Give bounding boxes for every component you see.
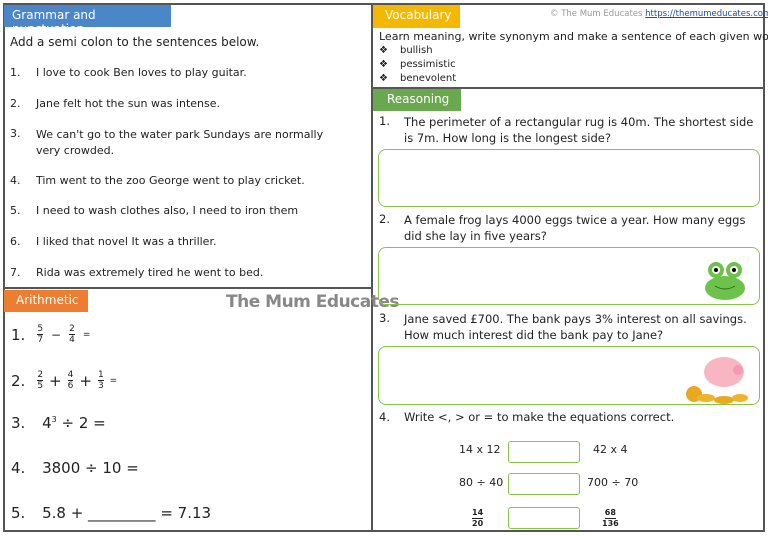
copyright-text: © The Mum Educates bbox=[550, 9, 643, 19]
list-item: ❖ bullish bbox=[379, 44, 456, 58]
operator: + bbox=[79, 371, 92, 390]
expression: ÷ 2 = bbox=[61, 414, 106, 432]
item-number: 3. bbox=[11, 414, 26, 432]
copyright: © The Mum Educates https://themumeducate… bbox=[550, 9, 768, 19]
operator: − bbox=[51, 327, 62, 342]
frog-icon bbox=[700, 258, 750, 302]
comparison-box[interactable] bbox=[508, 473, 580, 495]
item-number: 3. bbox=[379, 311, 390, 325]
fraction: 13 bbox=[97, 370, 104, 391]
logo: The Mum Educates bbox=[226, 292, 400, 312]
word: bullish bbox=[399, 45, 433, 56]
arithmetic-q1: 1. 57 − 24 = bbox=[11, 324, 90, 345]
item-number: 3. bbox=[10, 127, 21, 140]
base: 4 bbox=[42, 414, 52, 432]
site-link[interactable]: https://themumeducates.com/ bbox=[645, 9, 768, 19]
expression: 3800 ÷ 10 = bbox=[42, 459, 139, 477]
bullet-icon: ❖ bbox=[379, 45, 388, 56]
equals: = bbox=[109, 375, 118, 386]
comparison-box[interactable] bbox=[508, 507, 580, 529]
expression-right: 42 x 4 bbox=[593, 443, 628, 456]
item-number: 5. bbox=[10, 204, 21, 217]
piggy-bank-icon bbox=[684, 350, 750, 406]
arithmetic-header: Arithmetic bbox=[4, 290, 88, 312]
item-number: 4. bbox=[379, 410, 390, 424]
bullet-icon: ❖ bbox=[379, 73, 388, 84]
question-text: Jane saved £700. The bank pays 3% intere… bbox=[404, 312, 747, 342]
item-number: 5. bbox=[11, 504, 26, 522]
list-item: We can't go to the water park Sundays ar… bbox=[36, 128, 324, 157]
word: pessimistic bbox=[399, 59, 456, 70]
divider bbox=[3, 287, 372, 289]
list-item: Jane felt hot the sun was intense. bbox=[36, 97, 220, 110]
fraction-right: 68 136 bbox=[602, 508, 619, 528]
list-item: Tim went to the zoo George went to play … bbox=[36, 174, 305, 187]
word: benevolent bbox=[399, 73, 457, 84]
item-number: 2. bbox=[379, 212, 390, 226]
list-item: Rida was extremely tired he went to bed. bbox=[36, 266, 264, 279]
list-item: ❖ pessimistic bbox=[379, 58, 456, 72]
answer-box[interactable] bbox=[378, 149, 760, 207]
bullet-icon: ❖ bbox=[379, 59, 388, 70]
fraction: 25 bbox=[37, 370, 44, 391]
arithmetic-q3: 3. 43 ÷ 2 = bbox=[11, 414, 106, 432]
item-number: 4. bbox=[11, 459, 26, 477]
expression-left: 14 x 12 bbox=[459, 443, 501, 456]
expression-left: 80 ÷ 40 bbox=[459, 476, 504, 489]
arithmetic-q4: 4. 3800 ÷ 10 = bbox=[11, 459, 139, 477]
reasoning-header: Reasoning bbox=[373, 89, 461, 111]
comparison-box[interactable] bbox=[508, 441, 580, 463]
list-item: I liked that novel It was a thriller. bbox=[36, 235, 217, 248]
word-list: ❖ bullish ❖ pessimistic ❖ benevolent bbox=[379, 44, 456, 86]
item-number: 7. bbox=[10, 266, 21, 279]
item-number: 1. bbox=[379, 114, 390, 128]
divider bbox=[371, 3, 373, 532]
fraction: 57 bbox=[37, 324, 44, 345]
list-item: ❖ benevolent bbox=[379, 72, 456, 86]
expression: 5.8 + _________ = 7.13 bbox=[42, 504, 212, 522]
item-number: 1. bbox=[11, 325, 26, 344]
list-item: I need to wash clothes also, I need to i… bbox=[36, 204, 299, 217]
exponent: 3 bbox=[51, 415, 57, 424]
arithmetic-q2: 2. 25 + 46 + 13 = bbox=[11, 370, 117, 391]
question-text: Write <, > or = to make the equations co… bbox=[404, 410, 675, 424]
vocabulary-instruction: Learn meaning, write synonym and make a … bbox=[379, 30, 768, 43]
equals: = bbox=[82, 329, 91, 340]
list-item: I love to cook Ben loves to play guitar. bbox=[36, 66, 247, 79]
expression-right: 700 ÷ 70 bbox=[587, 476, 639, 489]
vocabulary-header: Vocabulary bbox=[373, 5, 460, 28]
question-text: A female frog lays 4000 eggs twice a yea… bbox=[404, 213, 746, 243]
item-number: 1. bbox=[10, 66, 21, 79]
grammar-instruction: Add a semi colon to the sentences below. bbox=[10, 35, 260, 49]
item-number: 6. bbox=[10, 235, 21, 248]
grammar-header: Grammar and punctuation bbox=[4, 5, 171, 36]
arithmetic-q5: 5. 5.8 + _________ = 7.13 bbox=[11, 504, 211, 522]
fraction: 24 bbox=[69, 324, 75, 345]
operator: + bbox=[49, 371, 62, 390]
fraction-left: 14 20 bbox=[472, 508, 484, 528]
item-number: 2. bbox=[11, 371, 26, 390]
item-number: 2. bbox=[10, 97, 21, 110]
item-number: 4. bbox=[10, 174, 21, 187]
fraction: 46 bbox=[67, 370, 74, 391]
question-text: The perimeter of a rectangular rug is 40… bbox=[404, 115, 754, 145]
